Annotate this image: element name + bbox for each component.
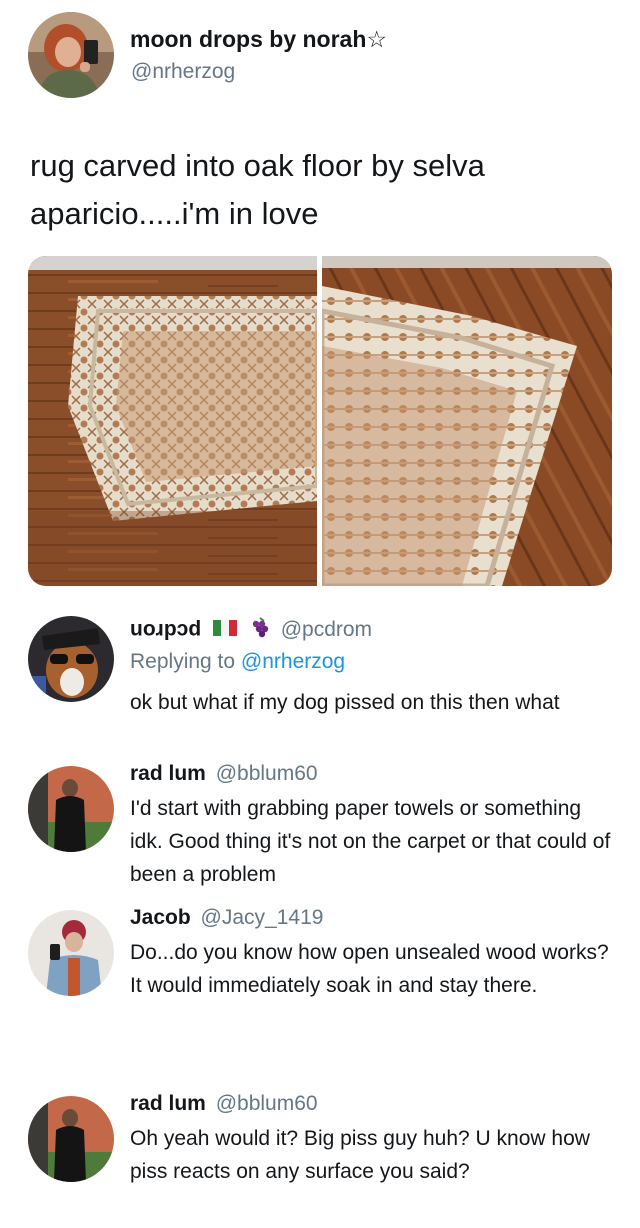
display-name[interactable]: moon drops by norah☆	[130, 26, 387, 53]
handle[interactable]: @nrherzog	[131, 60, 235, 84]
avatar[interactable]	[28, 616, 114, 702]
reply-text: Do...do you know how open unsealed wood …	[130, 936, 618, 1002]
tweet-text: rug carved into oak floor by selva apari…	[30, 148, 485, 231]
replying-to-handle[interactable]: @nrherzog	[241, 650, 345, 673]
reply-text: Oh yeah would it? Big piss guy huh? U kn…	[130, 1122, 618, 1188]
reply-paragraph: ok but what if my dog pissed on this the…	[130, 691, 560, 714]
display-name[interactable]: rad lum	[130, 1092, 206, 1115]
reply-header: rad lum @bblum60	[130, 1092, 318, 1116]
grapes-icon	[249, 616, 271, 644]
replying-to: Replying to @nrherzog	[130, 650, 345, 674]
handle[interactable]: @pcdrom	[281, 618, 372, 641]
handle[interactable]: @bblum60	[216, 1092, 318, 1115]
reply-paragraph: Do...do you know how open unsealed wood …	[130, 941, 609, 964]
reply-text: I'd start with grabbing paper towels or …	[130, 792, 618, 891]
reply-paragraph: Oh yeah would it? Big piss guy huh? U kn…	[130, 1127, 590, 1183]
replying-to-label: Replying to	[130, 650, 236, 673]
reply-text: ok but what if my dog pissed on this the…	[130, 686, 618, 719]
avatar[interactable]	[28, 910, 114, 996]
avatar[interactable]	[28, 766, 114, 852]
avatar[interactable]	[28, 12, 114, 98]
reply-paragraph: It would immediately soak in and stay th…	[130, 974, 538, 997]
handle[interactable]: @Jacy_1419	[201, 906, 324, 929]
display-name[interactable]: rad lum	[130, 762, 206, 785]
reply-header: uoɹpɔd @pcdrom	[130, 616, 372, 644]
display-name[interactable]: uoɹpɔd	[130, 618, 201, 641]
italy-flag-icon	[213, 618, 238, 642]
reply-header: rad lum @bblum60	[130, 762, 318, 786]
avatar[interactable]	[28, 1096, 114, 1182]
photo-carved-rug-left[interactable]	[28, 256, 317, 586]
reply-paragraph: I'd start with grabbing paper towels or …	[130, 797, 611, 886]
reply-header: Jacob @Jacy_1419	[130, 906, 323, 930]
photo-carved-rug-right[interactable]	[322, 256, 612, 586]
tweet-media[interactable]	[28, 256, 612, 586]
handle[interactable]: @bblum60	[216, 762, 318, 785]
avatar-image	[28, 12, 114, 98]
display-name[interactable]: Jacob	[130, 906, 191, 929]
